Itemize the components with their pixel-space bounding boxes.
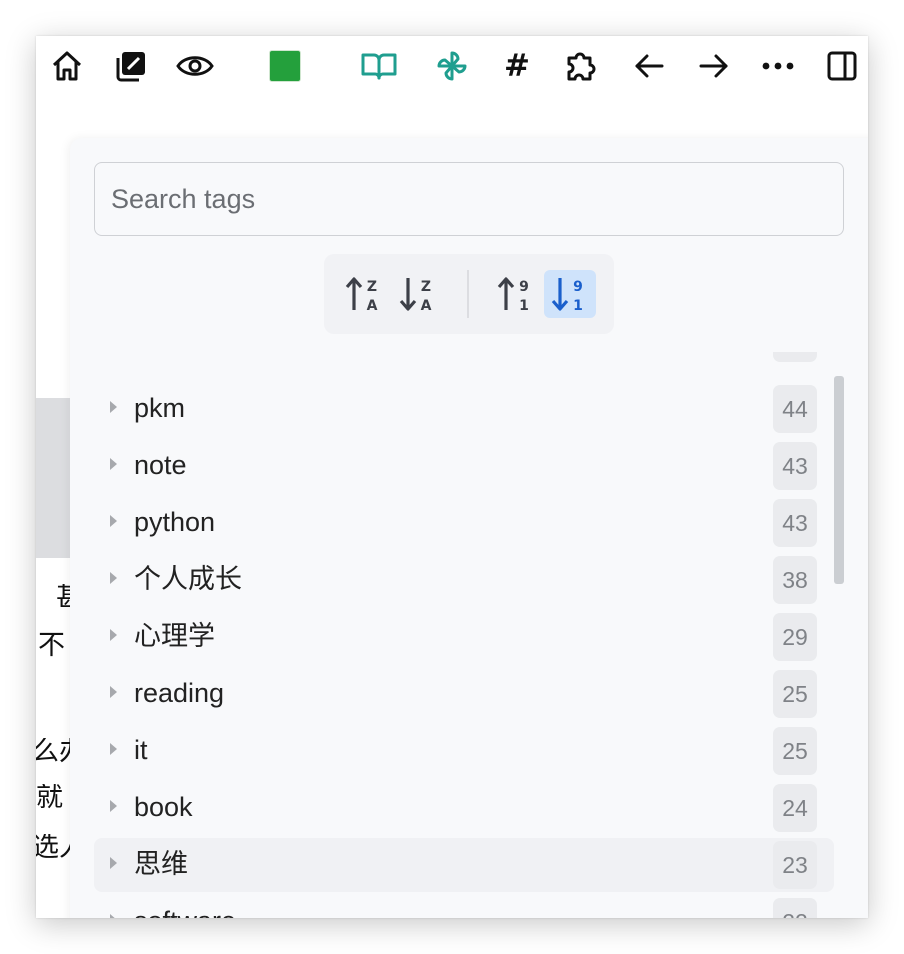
caret-right-icon[interactable]	[110, 686, 117, 698]
tag-row[interactable]: book 24	[94, 781, 834, 835]
tag-count-badge: 25	[773, 727, 817, 775]
tag-panel: Z A Z A 9 1	[70, 138, 868, 918]
tag-name: 心理学	[134, 621, 215, 651]
tag-name: software	[134, 904, 236, 918]
sort-count-desc-icon: 9 1	[551, 278, 583, 314]
sort-count-asc-button[interactable]: 9 1	[490, 270, 542, 318]
scrollbar-thumb[interactable]	[834, 376, 844, 584]
svg-text:Z: Z	[421, 279, 431, 295]
tag-count-badge: 24	[773, 784, 817, 832]
caret-right-icon[interactable]	[110, 857, 117, 869]
sort-alpha-asc-icon: Z A	[399, 278, 432, 314]
tag-name: note	[134, 450, 187, 480]
caret-right-icon[interactable]	[110, 401, 117, 413]
svg-text:9: 9	[573, 279, 583, 295]
caret-right-icon[interactable]	[110, 458, 117, 470]
app-window: # 甚 不 么办 就 选人	[36, 36, 868, 918]
sort-count-asc-icon: 9 1	[497, 277, 529, 314]
tag-row[interactable]: 心理学 29	[94, 610, 834, 664]
tag-row[interactable]: software 22	[94, 895, 834, 918]
tag-name: it	[134, 735, 148, 765]
svg-text:1: 1	[573, 298, 583, 314]
book-icon[interactable]	[359, 46, 399, 86]
svg-text:A: A	[367, 298, 378, 314]
hash-label: #	[504, 47, 530, 84]
more-icon[interactable]	[758, 46, 798, 86]
svg-text:9: 9	[519, 279, 529, 295]
tag-list: pkm 44 note 43 python 43 个人成长 38 心理学 29 reading 25 i…	[94, 352, 834, 918]
background-text: 么办	[36, 738, 72, 765]
eye-icon[interactable]	[175, 46, 215, 86]
svg-text:Z: Z	[367, 279, 377, 295]
arrow-right-icon[interactable]	[694, 46, 734, 86]
tag-count-badge	[773, 352, 817, 362]
tag-row[interactable]: it 25	[94, 724, 834, 778]
sort-count-desc-button[interactable]: 9 1	[544, 270, 596, 318]
tag-row[interactable]: reading 25	[94, 667, 834, 721]
tag-name: book	[134, 792, 193, 822]
color-swatch[interactable]	[265, 46, 305, 86]
edit-icon[interactable]	[111, 46, 151, 86]
tag-row[interactable]: python 43	[94, 496, 834, 550]
caret-right-icon[interactable]	[110, 572, 117, 584]
color-swatch-fill	[269, 50, 301, 82]
svg-text:1: 1	[519, 298, 529, 314]
caret-right-icon[interactable]	[110, 515, 117, 527]
tag-row[interactable]: note 43	[94, 439, 834, 493]
tag-count-badge: 29	[773, 613, 817, 661]
sort-alpha-desc-button[interactable]: Z A	[338, 270, 390, 318]
caret-right-icon[interactable]	[110, 743, 117, 755]
tag-name: reading	[134, 678, 225, 708]
svg-text:A: A	[421, 298, 432, 314]
arrow-left-icon[interactable]	[629, 46, 669, 86]
tag-row[interactable]: 个人成长 38	[94, 553, 834, 607]
pinwheel-icon[interactable]	[432, 46, 472, 86]
background-text: 选人	[36, 834, 72, 861]
sort-toolbar: Z A Z A 9 1 9 1	[324, 254, 614, 334]
caret-right-icon[interactable]	[110, 914, 117, 918]
toolbar: #	[36, 36, 868, 98]
caret-right-icon[interactable]	[110, 629, 117, 641]
hash-icon[interactable]: #	[497, 46, 537, 86]
tag-count-badge: 38	[773, 556, 817, 604]
tag-count-badge: 25	[773, 670, 817, 718]
home-icon[interactable]	[47, 46, 87, 86]
sort-divider	[467, 270, 469, 318]
tag-count-badge: 43	[773, 442, 817, 490]
tag-row[interactable]: pkm 44	[94, 382, 834, 436]
sidebar-toggle-icon[interactable]	[822, 46, 862, 86]
sort-alpha-asc-button[interactable]: Z A	[392, 270, 444, 318]
tag-count-badge: 44	[773, 385, 817, 433]
tag-name: pkm	[134, 393, 186, 423]
sort-alpha-desc-icon: Z A	[345, 277, 378, 314]
tag-name: 思维	[134, 849, 188, 879]
tag-count-badge: 23	[773, 841, 817, 889]
tag-name: python	[134, 507, 216, 537]
tag-count-badge: 43	[773, 499, 817, 547]
caret-right-icon[interactable]	[110, 800, 117, 812]
tag-count-badge: 22	[773, 898, 817, 918]
puzzle-icon[interactable]	[561, 46, 601, 86]
tag-row[interactable]: 思维 23	[94, 838, 834, 892]
search-tags-input[interactable]	[94, 162, 844, 236]
tag-name: 个人成长	[134, 564, 242, 594]
